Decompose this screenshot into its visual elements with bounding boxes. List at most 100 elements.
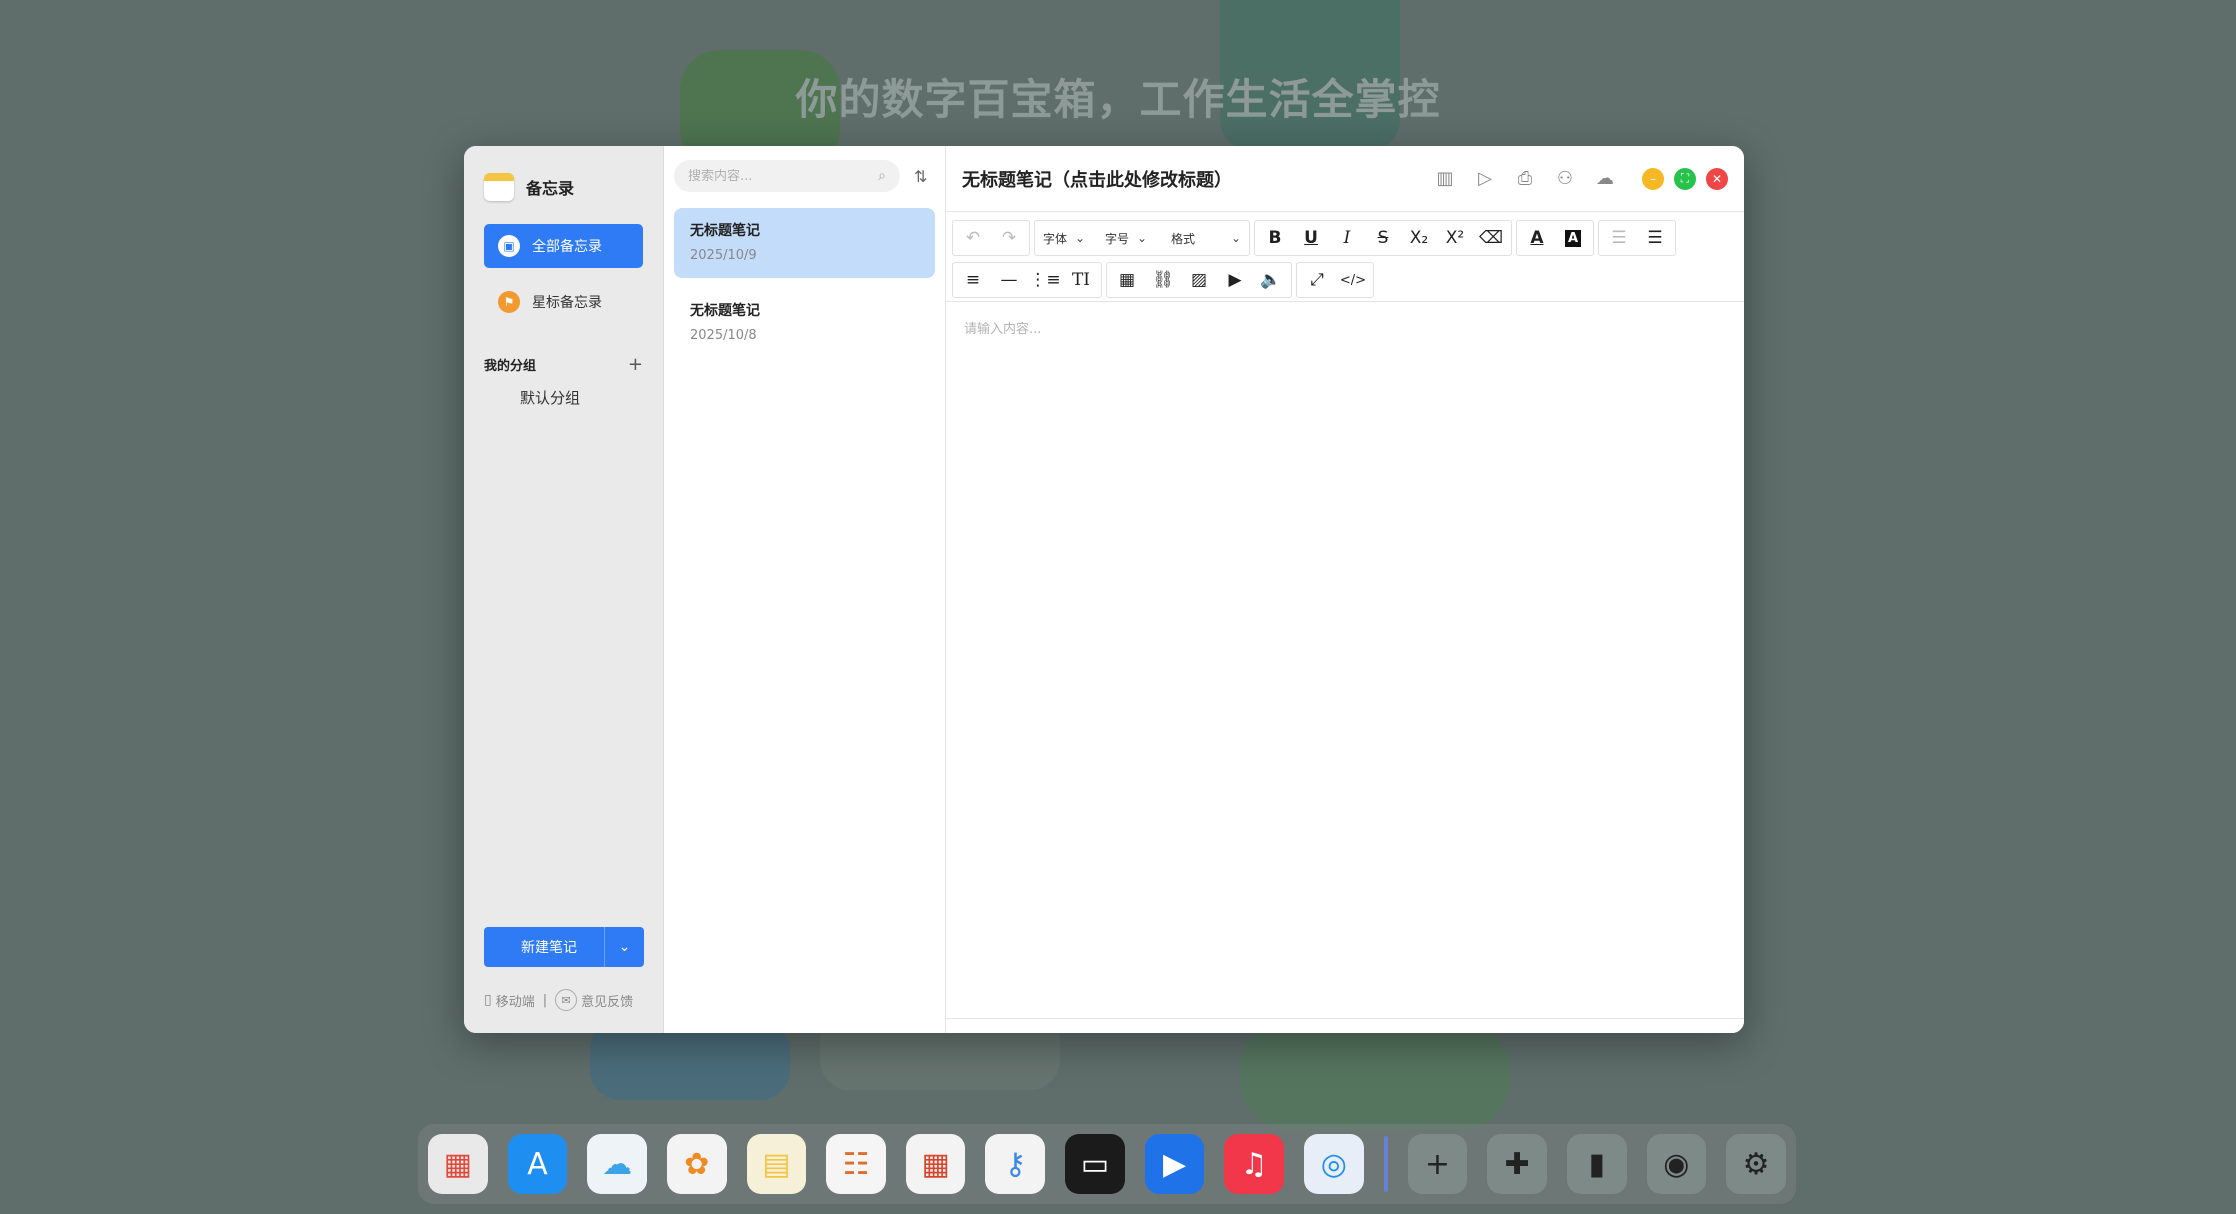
note-list-item[interactable]: 无标题笔记 2025/10/9 [674, 208, 935, 278]
note-title: 无标题笔记 [690, 303, 760, 319]
music-icon[interactable]: ♫ [1224, 1134, 1285, 1194]
undo-icon[interactable]: ↶ [955, 221, 991, 255]
format-label: 格式 [1171, 231, 1196, 246]
eraser-icon[interactable]: ⌫ [1473, 221, 1509, 255]
minimize-button[interactable]: – [1642, 167, 1664, 190]
chevron-down-icon: ⌄ [1137, 231, 1148, 245]
share-user-icon[interactable]: ⚇ [1554, 168, 1576, 189]
toolbar-row-2: ≡ — ⋮≡ TI ▦ ⛓ ▨ ▶ 🔈 ⤢ </> [952, 260, 1738, 300]
note-list-item[interactable]: 无标题笔记 2025/10/8 [674, 288, 935, 358]
chevron-down-icon: ⌄ [1075, 231, 1086, 245]
notes-app-icon [484, 173, 514, 201]
calendar-icon[interactable]: ▦ [905, 1134, 966, 1194]
print-icon[interactable]: ⎙ [1514, 168, 1536, 189]
sidebar-footer: ▯ 移动端 | ✉ 意见反馈 [484, 989, 633, 1011]
code-view-icon[interactable]: </> [1335, 263, 1371, 297]
editor-footer-divider [946, 1018, 1744, 1019]
backdrop-widget [1240, 1020, 1510, 1130]
present-icon[interactable]: ▷ [1474, 168, 1496, 189]
phone-icon: ▯ [484, 992, 492, 1008]
format-select[interactable]: 格式 ⌄ [1165, 221, 1247, 255]
font-size-select[interactable]: 字号 ⌄ [1099, 221, 1165, 255]
mail-icon: ✉ [555, 989, 578, 1011]
image-icon[interactable]: ▨ [1181, 263, 1217, 297]
history-group: ↶ ↷ [952, 220, 1030, 256]
group-header-label: 我的分组 [484, 359, 537, 374]
group-item-default[interactable]: 默认分组 [520, 387, 663, 408]
video-icon[interactable]: ▶ [1217, 263, 1253, 297]
redo-icon[interactable]: ↷ [991, 221, 1027, 255]
italic-icon[interactable]: I [1329, 221, 1365, 255]
subscript-icon[interactable]: X₂ [1401, 221, 1437, 255]
outdent-icon[interactable]: ☰ [1601, 221, 1637, 255]
view-group: ⤢ </> [1296, 262, 1374, 298]
settings-icon[interactable]: ⚙ [1726, 1134, 1786, 1194]
new-note-label: 新建笔记 [521, 940, 577, 956]
feedback-link[interactable]: 意见反馈 [581, 991, 633, 1010]
ordered-list-icon[interactable]: ⋮≡ [1027, 263, 1063, 297]
fullscreen-icon[interactable]: ⤢ [1299, 263, 1335, 297]
search-icon[interactable]: ⌕ [878, 168, 886, 184]
horizontal-rule-icon[interactable]: — [991, 263, 1027, 297]
strikethrough-icon[interactable]: S [1365, 221, 1401, 255]
safari-icon[interactable]: ◎ [1304, 1134, 1364, 1194]
nav-starred-notes[interactable]: ⚑ 星标备忘录 [484, 280, 643, 324]
add-group-button[interactable]: + [628, 354, 643, 375]
chevron-down-icon[interactable]: ⌄ [604, 927, 644, 967]
font-group: 字体 ⌄ 字号 ⌄ 格式 ⌄ [1034, 220, 1250, 256]
wallet-icon[interactable]: ▭ [1065, 1134, 1125, 1194]
font-size-label: 字号 [1105, 231, 1130, 246]
line-height-icon[interactable]: TI [1063, 263, 1099, 297]
style-group: B U I S X₂ X² ⌫ [1254, 220, 1512, 256]
nav-starred-notes-label: 星标备忘录 [532, 295, 602, 311]
keychain-icon[interactable]: ⚷ [985, 1134, 1046, 1194]
search-row: ⌕ ⇅ [674, 160, 935, 192]
puzzle-icon[interactable]: ✚ [1487, 1134, 1547, 1194]
font-family-select[interactable]: 字体 ⌄ [1037, 221, 1099, 255]
bold-icon[interactable]: B [1257, 221, 1293, 255]
footer-separator: | [542, 992, 548, 1008]
launchpad-icon[interactable]: ▦ [428, 1134, 488, 1194]
notes-icon[interactable]: ▤ [746, 1134, 807, 1194]
editor-content[interactable]: 请输入内容... [946, 302, 1744, 353]
mobile-link[interactable]: 移动端 [496, 991, 535, 1010]
dock: ▦ A ☁ ✿ ▤ ☷ ▦ ⚷ ▭ ▶ ♫ ◎ + ✚ ▮ ◉ ⚙ [418, 1124, 1796, 1204]
search-input[interactable] [688, 168, 879, 184]
link-icon[interactable]: ⛓ [1145, 263, 1181, 297]
sort-icon[interactable]: ⇅ [914, 167, 927, 186]
table-icon[interactable]: ▦ [1109, 263, 1145, 297]
split-view-icon[interactable]: ▥ [1434, 168, 1456, 189]
note-title-editable[interactable]: 无标题笔记（点击此处修改标题） [962, 166, 1434, 192]
brush-icon[interactable]: ▮ [1566, 1134, 1627, 1194]
cloud-upload-icon[interactable]: ☁ [1594, 168, 1616, 189]
photos-icon[interactable]: ✿ [666, 1134, 727, 1194]
icloud-icon[interactable]: ☁ [587, 1134, 647, 1194]
lock-icon[interactable]: ◉ [1646, 1134, 1707, 1194]
note-date: 2025/10/8 [690, 328, 757, 343]
insert-group: ▦ ⛓ ▨ ▶ 🔈 [1106, 262, 1292, 298]
nav-all-notes[interactable]: ▣ 全部备忘录 [484, 224, 643, 268]
add-icon[interactable]: + [1407, 1134, 1468, 1194]
editor: 无标题笔记（点击此处修改标题） ▥ ▷ ⎙ ⚇ ☁ – ⛶ ✕ ↶ ↷ 字体 ⌄… [946, 146, 1744, 1033]
video-icon[interactable]: ▶ [1144, 1134, 1205, 1194]
highlight-color-icon[interactable]: A [1555, 221, 1591, 255]
color-group: A A [1516, 220, 1594, 256]
align-left-icon[interactable]: ≡ [955, 263, 991, 297]
underline-icon[interactable]: U [1293, 221, 1329, 255]
app-store-icon[interactable]: A [507, 1134, 568, 1194]
font-family-label: 字体 [1043, 231, 1068, 246]
maximize-button[interactable]: ⛶ [1674, 167, 1696, 190]
audio-icon[interactable]: 🔈 [1253, 263, 1289, 297]
desktop-headline: 你的数字百宝箱，工作生活全掌控 [795, 75, 1441, 124]
close-button[interactable]: ✕ [1706, 167, 1728, 190]
sidebar: 备忘录 ▣ 全部备忘录 ⚑ 星标备忘录 我的分组 + 默认分组 新建笔记 ⌄ ▯… [464, 146, 664, 1033]
new-note-button[interactable]: 新建笔记 ⌄ [484, 927, 644, 967]
superscript-icon[interactable]: X² [1437, 221, 1473, 255]
font-color-icon[interactable]: A [1519, 221, 1555, 255]
indent-icon[interactable]: ☰ [1637, 221, 1673, 255]
group-header: 我的分组 + [484, 354, 643, 375]
formatting-toolbar: ↶ ↷ 字体 ⌄ 字号 ⌄ 格式 ⌄ B U I S X₂ X² ⌫ A A ☰… [946, 212, 1744, 302]
window-controls: – ⛶ ✕ [1642, 167, 1728, 190]
reminders-icon[interactable]: ☷ [826, 1134, 886, 1194]
header-tools: ▥ ▷ ⎙ ⚇ ☁ [1434, 168, 1616, 189]
